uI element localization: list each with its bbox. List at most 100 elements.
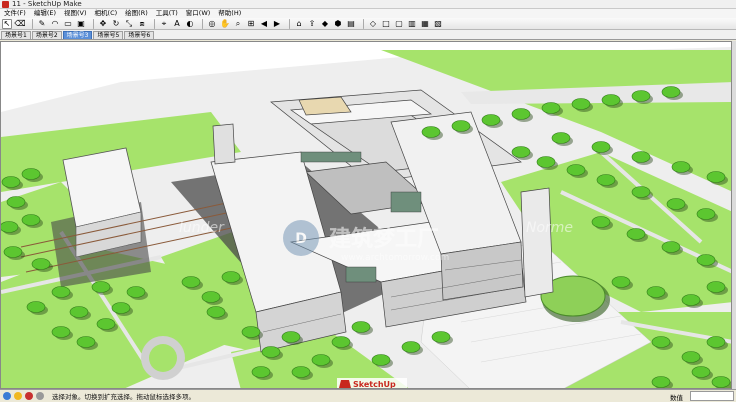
- tree: [481, 114, 501, 126]
- model-viewport[interactable]: D 建筑梦工厂 www.archtomorrow.com lunder Norm…: [0, 41, 732, 389]
- iso-view-tool[interactable]: ◇: [368, 19, 378, 29]
- tree: [596, 174, 616, 186]
- share-tool[interactable]: ⇪: [307, 19, 317, 29]
- left-view-tool[interactable]: ▧: [433, 19, 443, 29]
- scene-tab-2[interactable]: 场景号2: [31, 31, 62, 39]
- user-icon: [25, 392, 33, 400]
- tree: [631, 151, 651, 163]
- previous-view-tool[interactable]: ◀: [259, 19, 269, 29]
- menu-item-0[interactable]: 文件(F): [0, 9, 30, 18]
- tree: [611, 276, 631, 288]
- tree: [666, 198, 686, 210]
- zoom-tool[interactable]: ⌕: [233, 19, 243, 29]
- menu-item-1[interactable]: 编辑(E): [30, 9, 60, 18]
- geo-icon: [3, 392, 11, 400]
- component-tool[interactable]: ⬢: [333, 19, 343, 29]
- tree: [3, 246, 23, 258]
- tape-tool[interactable]: ⌖: [159, 19, 169, 29]
- select-tool[interactable]: ↖: [2, 18, 12, 29]
- tree: [551, 132, 571, 144]
- scene-tabs: 场景号1 场景号2 场景号3 场景号5 场景号6: [0, 30, 736, 40]
- pan-tool[interactable]: ✋: [220, 19, 230, 29]
- tree: [451, 120, 471, 132]
- tree: [401, 341, 421, 353]
- tree: [706, 336, 726, 348]
- watermark-left: lunder: [179, 220, 225, 236]
- status-bar: 选择对象。切换到扩充选择。拖动鼠标选择多项。 数值: [0, 389, 736, 402]
- pencil-tool[interactable]: ✎: [37, 19, 47, 29]
- paint-tool[interactable]: ◐: [185, 19, 195, 29]
- scene-tab-1[interactable]: 场景号1: [1, 31, 31, 39]
- menu-item-6[interactable]: 窗口(W): [182, 9, 215, 18]
- tree: [566, 164, 586, 176]
- scale-tool[interactable]: ⤡: [124, 19, 134, 29]
- tree: [251, 366, 271, 378]
- tree: [221, 271, 241, 283]
- tree: [291, 366, 311, 378]
- warehouse-tool[interactable]: ⌂: [294, 19, 304, 29]
- tree: [711, 376, 731, 388]
- arc-tool[interactable]: ◠: [50, 19, 60, 29]
- sketchup-window: 11 - SketchUp Make 文件(F) 编辑(E) 视图(V) 相机(C) 绘…: [0, 0, 736, 402]
- tree: [201, 291, 221, 303]
- tree: [646, 286, 666, 298]
- menu-item-4[interactable]: 绘图(R): [121, 9, 152, 18]
- back-view-tool[interactable]: ▦: [420, 19, 430, 29]
- tree: [421, 126, 441, 138]
- vertical-scrollbar[interactable]: [732, 41, 736, 389]
- shape-tool[interactable]: ▭: [63, 19, 73, 29]
- tree: [331, 336, 351, 348]
- menu-item-2[interactable]: 视图(V): [60, 9, 91, 18]
- offset-tool[interactable]: ⧈: [137, 19, 147, 29]
- tree: [431, 331, 451, 343]
- sketchup-app-icon: [2, 0, 9, 8]
- tree: [681, 351, 701, 363]
- tree: [311, 354, 331, 366]
- tree: [706, 171, 726, 183]
- watermark-cn: 建筑梦工厂: [329, 226, 439, 252]
- tree: [26, 301, 46, 313]
- tree: [706, 281, 726, 293]
- tree: [69, 306, 89, 318]
- move-tool[interactable]: ✥: [98, 19, 108, 29]
- tree: [511, 146, 531, 158]
- tree: [631, 186, 651, 198]
- tree: [76, 336, 96, 348]
- rotate-tool[interactable]: ↻: [111, 19, 121, 29]
- tree: [6, 196, 26, 208]
- menu-item-3[interactable]: 相机(C): [91, 9, 122, 18]
- right-view-tool[interactable]: ▥: [407, 19, 417, 29]
- tree: [371, 354, 391, 366]
- style-tool[interactable]: ▤: [346, 19, 356, 29]
- scene-tab-3[interactable]: 场景号3: [62, 31, 93, 39]
- tree: [126, 286, 146, 298]
- status-message: 选择对象。切换到扩充选择。拖动鼠标选择多项。: [52, 393, 195, 401]
- menu-item-5[interactable]: 工具(T): [152, 9, 182, 18]
- pushpull-tool[interactable]: ▣: [76, 19, 86, 29]
- top-view-tool[interactable]: □: [381, 19, 391, 29]
- menu-item-7[interactable]: 帮助(H): [214, 9, 245, 18]
- tree: [21, 214, 41, 226]
- help-icon[interactable]: [36, 392, 44, 400]
- zoom-extents-tool[interactable]: ⊞: [246, 19, 256, 29]
- tree: [536, 156, 556, 168]
- tree: [691, 366, 711, 378]
- tree: [91, 281, 111, 293]
- text-tool[interactable]: A: [172, 19, 182, 29]
- measurements-input[interactable]: [690, 391, 734, 401]
- watermark-right: Norme: [526, 220, 573, 236]
- tree: [96, 318, 116, 330]
- scene-tab-5[interactable]: 场景号6: [124, 31, 155, 39]
- tree: [21, 168, 41, 180]
- next-view-tool[interactable]: ▶: [272, 19, 282, 29]
- eraser-tool[interactable]: ⌫: [14, 19, 25, 29]
- extension-tool[interactable]: ◆: [320, 19, 330, 29]
- tree: [51, 286, 71, 298]
- toolbar-separator: [32, 18, 33, 29]
- toolbar-separator: [154, 18, 155, 29]
- tree: [1, 176, 21, 188]
- watermark-url: www.archtomorrow.com: [341, 253, 449, 263]
- front-view-tool[interactable]: ▢: [394, 19, 404, 29]
- scene-tab-4[interactable]: 场景号5: [93, 31, 124, 39]
- orbit-tool[interactable]: ◎: [207, 19, 217, 29]
